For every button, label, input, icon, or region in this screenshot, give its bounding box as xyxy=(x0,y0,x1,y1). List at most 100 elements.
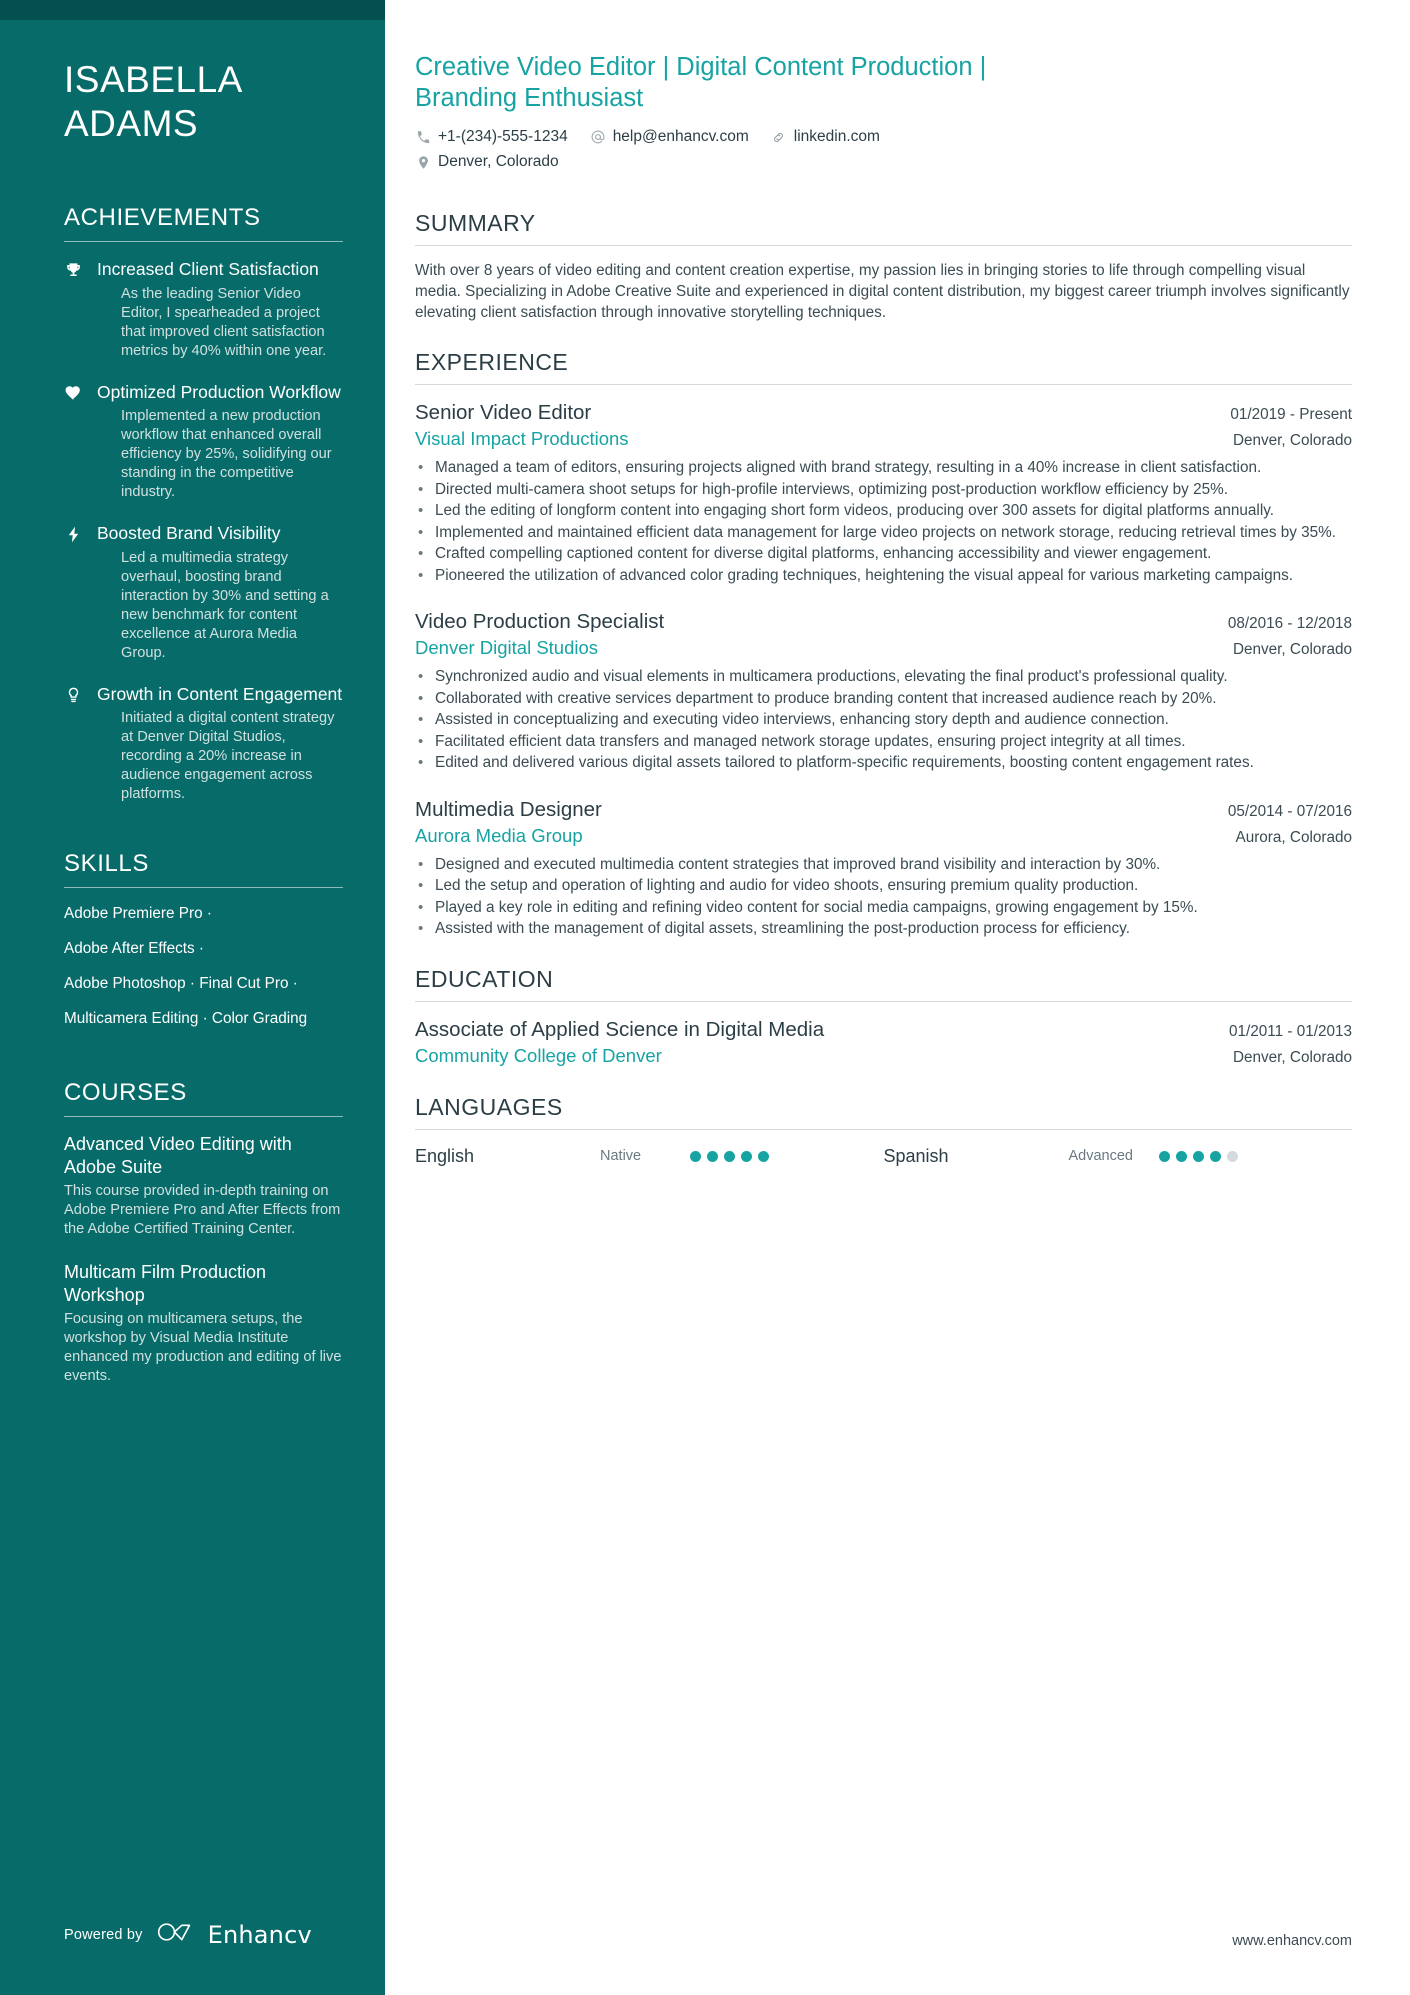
sidebar-top-accent-bar xyxy=(0,0,385,20)
languages-section: LANGUAGES English Native Spanish Advance… xyxy=(415,1094,1352,1167)
main-column: Creative Video Editor | Digital Content … xyxy=(385,0,1410,1995)
bullet-item: • Managed a team of editors, ensuring pro… xyxy=(415,458,1352,479)
contact-location-text: Denver, Colorado xyxy=(438,153,559,170)
contact-block: +1-(234)-555-1234 help@enhancv.com linke… xyxy=(415,127,1352,172)
contact-email[interactable]: help@enhancv.com xyxy=(590,127,749,147)
bullet-item: • Assisted with the management of digital… xyxy=(415,919,1352,940)
map-pin-icon xyxy=(415,154,431,170)
summary-text: With over 8 years of video editing and c… xyxy=(415,262,1350,321)
bullet-dot-icon: • xyxy=(418,689,424,707)
section-divider xyxy=(64,887,343,888)
resume-page: ISABELLA ADAMS ACHIEVEMENTS Increased Cl… xyxy=(0,0,1410,1995)
bullet-text: Designed and executed multimedia content… xyxy=(435,855,1161,873)
bullet-text: Assisted with the management of digital … xyxy=(435,920,1130,937)
achievement-description: Initiated a digital content strategy at … xyxy=(121,710,335,802)
bullet-dot-icon: • xyxy=(418,459,424,476)
bullet-item: • Assisted in conceptualizing and executi… xyxy=(415,710,1352,731)
achievement-item: Optimized Production Workflow Implemente… xyxy=(64,381,343,503)
bullet-dot-icon: • xyxy=(418,877,424,894)
language-item-spanish: Spanish Advanced xyxy=(884,1146,1353,1167)
rating-dot xyxy=(1175,1150,1187,1162)
bullet-item: • Implemented and maintained efficient da… xyxy=(415,523,1352,544)
section-divider xyxy=(64,1116,343,1117)
job-bullets: • Designed and executed multimedia conten… xyxy=(415,855,1352,940)
bullet-text: Directed multi-camera shoot setups for h… xyxy=(435,480,1228,498)
enhancv-mark-icon xyxy=(157,1920,199,1949)
job-title: Video Production Specialist xyxy=(415,610,665,633)
bullet-item: • Directed multi-camera shoot setups for … xyxy=(415,480,1352,501)
contact-location: Denver, Colorado xyxy=(415,152,559,172)
bullet-dot-icon: • xyxy=(418,545,424,562)
summary-heading: SUMMARY xyxy=(415,210,536,236)
section-divider xyxy=(415,1128,1352,1130)
education-item: Associate of Applied Science in Digital … xyxy=(415,1016,1352,1068)
course-title: Multicam Film Production Workshop xyxy=(64,1262,267,1305)
bullet-text: Collaborated with creative services depa… xyxy=(435,689,1217,707)
achievements-heading: ACHIEVEMENTS xyxy=(64,204,261,231)
trophy-icon xyxy=(64,258,97,361)
skill-line: Multicamera Editing · Color Grading xyxy=(64,1010,308,1027)
contact-row-2: Denver, Colorado xyxy=(415,152,1352,172)
contact-linkedin[interactable]: linkedin.com xyxy=(771,127,880,147)
bullet-item: • Pioneered the utilization of advanced c… xyxy=(415,566,1352,587)
achievement-title: Growth in Content Engagement xyxy=(97,683,343,704)
bullet-text: Edited and delivered various digital ass… xyxy=(435,754,1254,771)
skill-line: Adobe After Effects · xyxy=(64,940,205,957)
contact-phone[interactable]: +1-(234)-555-1234 xyxy=(415,127,568,147)
lightning-bolt-icon xyxy=(64,522,97,663)
rating-dot xyxy=(707,1150,718,1162)
bullet-item: • Crafted compelling captioned content fo… xyxy=(415,544,1352,565)
achievement-item: Growth in Content Engagement Initiated a… xyxy=(64,683,343,805)
bullet-dot-icon: • xyxy=(418,898,424,916)
bullet-item: • Led the editing of longform content int… xyxy=(415,501,1352,522)
enhancv-logo: Enhancv xyxy=(157,1920,312,1949)
bullet-text: Pioneered the utilization of advanced co… xyxy=(435,566,1294,584)
bullet-dot-icon: • xyxy=(418,754,424,771)
degree-dates: 01/2011 - 01/2013 xyxy=(1228,1022,1352,1040)
experience-company-row: Denver Digital Studios Denver, Colorado xyxy=(415,635,1352,660)
course-description: This course provided in-depth training o… xyxy=(64,1183,341,1237)
course-item: Multicam Film Production Workshop Focusi… xyxy=(64,1261,343,1386)
job-location: Denver, Colorado xyxy=(1232,432,1352,449)
achievement-description: As the leading Senior Video Editor, I sp… xyxy=(121,285,327,359)
section-divider xyxy=(64,241,343,242)
job-dates: 05/2014 - 07/2016 xyxy=(1227,802,1352,820)
heart-icon xyxy=(64,381,97,503)
language-name: English xyxy=(415,1145,475,1166)
language-rating-dots xyxy=(690,1150,769,1162)
job-location: Denver, Colorado xyxy=(1232,641,1352,658)
language-name: Spanish xyxy=(883,1145,949,1166)
job-location: Aurora, Colorado xyxy=(1235,828,1353,846)
achievement-title: Boosted Brand Visibility xyxy=(97,523,281,543)
sidebar-footer: Powered by Enhancv xyxy=(64,1920,312,1949)
bullet-dot-icon: • xyxy=(418,711,424,728)
bullet-item: • Played a key role in editing and refini… xyxy=(415,898,1352,919)
skill-line: Adobe Premiere Pro · xyxy=(64,905,212,922)
courses-section: COURSES Advanced Video Editing with Adob… xyxy=(64,1079,343,1386)
language-rating-dots xyxy=(1158,1150,1238,1162)
contact-email-text: help@enhancv.com xyxy=(612,128,749,145)
bullet-text: Managed a team of editors, ensuring proj… xyxy=(435,459,1262,476)
school-name: Community College of Denver xyxy=(415,1044,662,1066)
experience-item: Senior Video Editor 01/2019 - Present Vi… xyxy=(415,399,1352,586)
lightbulb-icon xyxy=(64,683,97,805)
job-dates: 08/2016 - 12/2018 xyxy=(1227,615,1352,632)
experience-heading: EXPERIENCE xyxy=(415,349,569,375)
bullet-text: Assisted in conceptualizing and executin… xyxy=(435,711,1169,728)
section-divider xyxy=(415,384,1352,385)
rating-dot xyxy=(724,1150,735,1162)
education-section: EDUCATION Associate of Applied Science i… xyxy=(415,966,1352,1068)
bullet-text: Facilitated efficient data transfers and… xyxy=(435,732,1186,750)
degree-title: Associate of Applied Science in Digital … xyxy=(415,1017,825,1041)
course-description: Focusing on multicamera setups, the work… xyxy=(64,1311,342,1384)
bullet-item: • Edited and delivered various digital as… xyxy=(415,753,1352,774)
section-divider xyxy=(415,245,1352,246)
language-item-english: English Native xyxy=(415,1146,884,1167)
experience-title-row: Senior Video Editor 01/2019 - Present xyxy=(415,399,1352,426)
bullet-dot-icon: • xyxy=(418,920,424,937)
job-company: Aurora Media Group xyxy=(415,824,583,846)
candidate-name: ISABELLA ADAMS xyxy=(64,59,243,144)
job-company: Denver Digital Studios xyxy=(415,637,599,658)
language-level: Advanced xyxy=(1068,1148,1134,1164)
skill-line: Adobe Photoshop · Final Cut Pro · xyxy=(64,975,298,992)
